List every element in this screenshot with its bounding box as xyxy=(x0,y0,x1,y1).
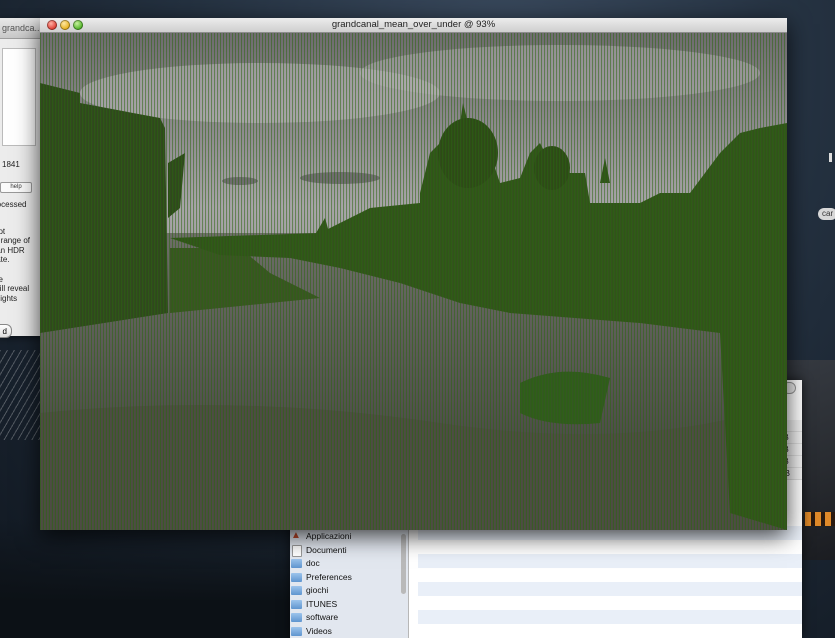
finder-sidebar: ▲ Applicazioni Documenti doc Preferences … xyxy=(290,526,409,638)
sidebar-item-label: Preferences xyxy=(306,571,352,582)
sidebar-item-doc[interactable]: doc xyxy=(290,557,408,571)
background-label-tag: car xyxy=(818,208,835,220)
background-window-button[interactable]: d xyxy=(0,324,12,338)
background-window-left[interactable]: grandca... 1841 help rocessed not e rang… xyxy=(0,18,43,338)
sidebar-item-giochi[interactable]: giochi xyxy=(290,584,408,598)
background-window-right-edge xyxy=(829,153,832,162)
sidebar-item-documenti[interactable]: Documenti xyxy=(290,544,408,558)
help-button[interactable]: help xyxy=(0,182,32,193)
folder-icon xyxy=(291,626,302,636)
desktop-wallpaper-ground xyxy=(0,518,300,638)
background-window-number: 1841 xyxy=(2,160,20,169)
sidebar-item-label: Applicazioni xyxy=(306,531,352,541)
grandcanal-image xyxy=(40,33,787,530)
sidebar-item-applicazioni[interactable]: ▲ Applicazioni xyxy=(290,530,408,544)
image-canvas[interactable] xyxy=(40,33,787,530)
desktop-wallpaper-lights xyxy=(805,512,835,526)
folder-icon xyxy=(291,572,302,582)
document-icon xyxy=(292,544,302,557)
background-window-text-2: not e range of an HDR tate. xyxy=(0,227,31,265)
sidebar-item-label: Videos xyxy=(306,625,332,636)
sidebar-item-label: software xyxy=(306,612,339,622)
sidebar-scrollbar[interactable] xyxy=(401,534,406,594)
folder-icon xyxy=(291,599,302,609)
sidebar-item-label: giochi xyxy=(306,585,329,595)
sidebar-item-label: ITUNES xyxy=(306,598,338,609)
sidebar-item-itunes[interactable]: ITUNES xyxy=(290,598,408,612)
sidebar-item-label: doc xyxy=(306,558,320,568)
applications-icon: ▲ xyxy=(291,530,301,541)
folder-icon xyxy=(291,613,302,622)
background-window-text-1: rocessed xyxy=(0,200,27,209)
background-window-panel xyxy=(2,48,36,146)
window-titlebar[interactable]: grandcanal_mean_over_under @ 93% xyxy=(40,18,787,33)
background-window-text-3: ge will reveal nlights xyxy=(0,275,30,303)
image-viewer-window[interactable]: grandcanal_mean_over_under @ 93% xyxy=(40,18,787,530)
window-title: grandcanal_mean_over_under @ 93% xyxy=(331,19,496,30)
sidebar-item-videos[interactable]: Videos xyxy=(290,625,408,638)
folder-icon xyxy=(291,586,302,595)
folder-icon xyxy=(291,559,302,568)
sidebar-item-preferences[interactable]: Preferences xyxy=(290,571,408,585)
sidebar-item-software[interactable]: software xyxy=(290,611,408,625)
background-window-title[interactable]: grandca... xyxy=(0,18,42,39)
finder-file-list[interactable] xyxy=(418,526,802,638)
sidebar-item-label: Documenti xyxy=(306,544,347,555)
